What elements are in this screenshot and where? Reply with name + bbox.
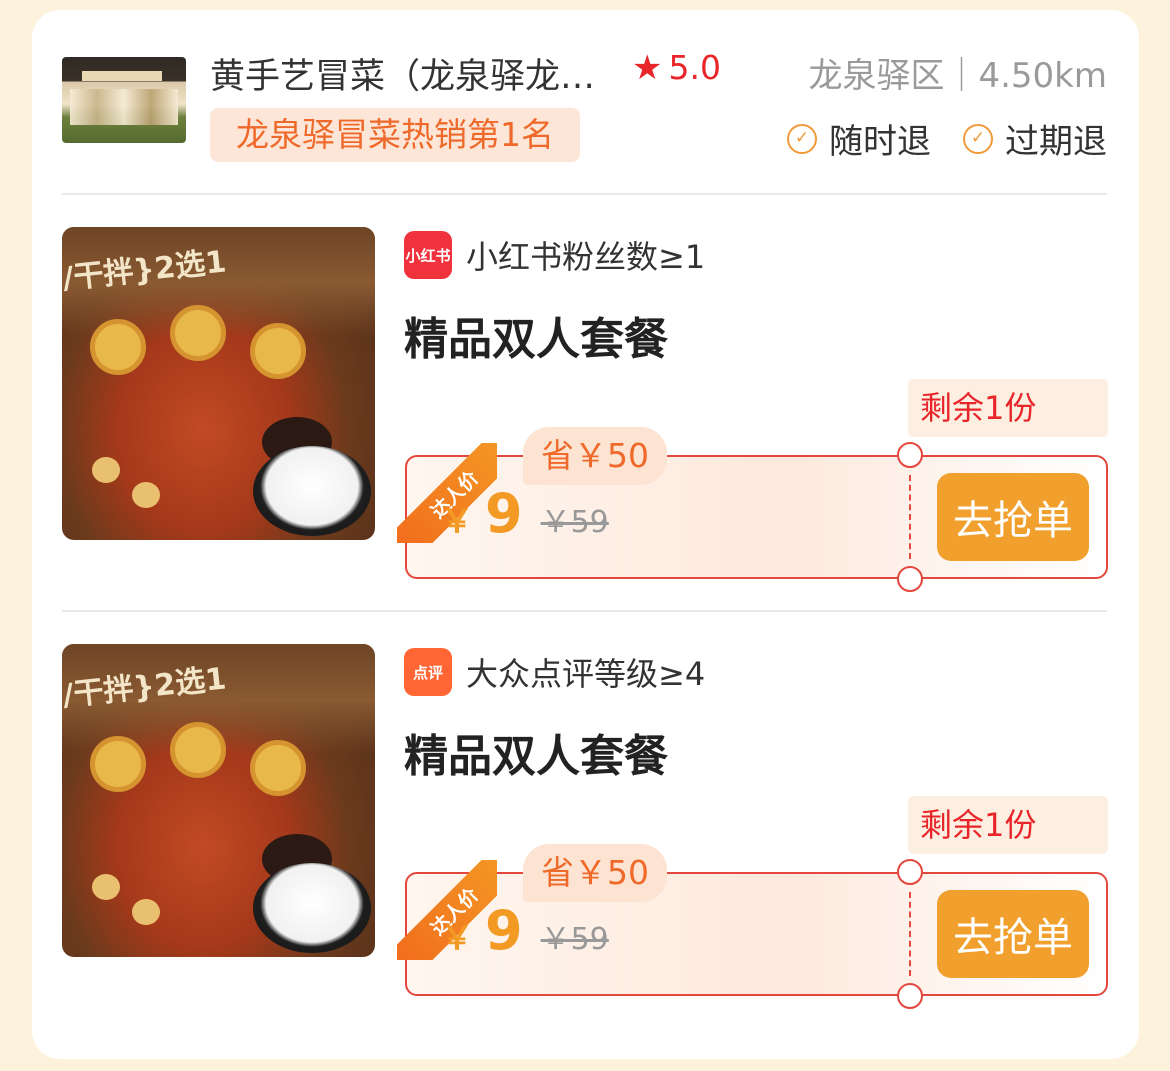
current-price: 9 bbox=[485, 899, 523, 962]
rank-badge: 龙泉驿冒菜热销第1名 bbox=[210, 108, 580, 162]
store-name[interactable]: 黄手艺冒菜（龙泉驿龙… bbox=[210, 48, 610, 99]
deal-item[interactable]: /干拌}2选1 点评 大众点评等级≥4 精品双人套餐 剩余1份 达人价 省￥50… bbox=[32, 644, 1139, 1009]
store-deal-card: 黄手艺冒菜（龙泉驿龙… ★ 5.0 龙泉驿区｜4.50km 龙泉驿冒菜热销第1名… bbox=[32, 10, 1139, 1059]
requirement-text: 小红书粉丝数≥1 bbox=[466, 238, 706, 276]
store-photo[interactable] bbox=[62, 57, 186, 143]
refund-any-time: 随时退 bbox=[829, 122, 931, 162]
remaining-stock: 剩余1份 bbox=[908, 379, 1108, 437]
deal-image[interactable]: /干拌}2选1 bbox=[62, 644, 375, 957]
divider bbox=[62, 193, 1107, 195]
check-circle-icon: ✓ bbox=[963, 123, 993, 154]
refund-expired: 过期退 bbox=[1005, 122, 1107, 162]
savings-badge: 省￥50 bbox=[523, 427, 667, 485]
refund-policies: ✓ 随时退 ✓ 过期退 bbox=[787, 114, 1107, 163]
deal-image[interactable]: /干拌}2选1 bbox=[62, 227, 375, 540]
current-price: 9 bbox=[485, 482, 523, 545]
platform-requirement: 小红书 小红书粉丝数≥1 bbox=[404, 231, 705, 279]
platform-requirement: 点评 大众点评等级≥4 bbox=[404, 648, 705, 696]
original-price: ￥59 bbox=[540, 505, 609, 540]
requirement-text: 大众点评等级≥4 bbox=[466, 655, 706, 693]
rice-bowl bbox=[253, 863, 371, 953]
store-rating: ★ 5.0 bbox=[632, 48, 721, 87]
xiaohongshu-logo-icon: 小红书 bbox=[404, 231, 452, 279]
price-ticket: 达人价 省￥50 ￥ 9 ￥59 去抢单 bbox=[397, 427, 1108, 592]
rice-bowl bbox=[253, 446, 371, 536]
grab-deal-button[interactable]: 去抢单 bbox=[937, 473, 1089, 561]
star-icon: ★ bbox=[632, 47, 663, 88]
remaining-stock: 剩余1份 bbox=[908, 796, 1108, 854]
original-price: ￥59 bbox=[540, 922, 609, 957]
savings-badge: 省￥50 bbox=[523, 844, 667, 902]
check-circle-icon: ✓ bbox=[787, 123, 817, 154]
deal-title[interactable]: 精品双人套餐 bbox=[404, 720, 668, 784]
store-front bbox=[70, 89, 178, 125]
store-location: 龙泉驿区｜4.50km bbox=[808, 56, 1107, 96]
store-sign bbox=[82, 71, 162, 81]
deal-item[interactable]: /干拌}2选1 小红书 小红书粉丝数≥1 精品双人套餐 剩余1份 达人价 省￥5… bbox=[32, 227, 1139, 592]
dianping-logo-icon: 点评 bbox=[404, 648, 452, 696]
divider bbox=[62, 610, 1107, 612]
rating-value: 5.0 bbox=[668, 48, 721, 87]
grab-deal-button[interactable]: 去抢单 bbox=[937, 890, 1089, 978]
price-ticket: 达人价 省￥50 ￥ 9 ￥59 去抢单 bbox=[397, 844, 1108, 1009]
price: ￥ 9 ￥59 bbox=[441, 899, 609, 962]
price: ￥ 9 ￥59 bbox=[441, 482, 609, 545]
deal-title[interactable]: 精品双人套餐 bbox=[404, 303, 668, 367]
